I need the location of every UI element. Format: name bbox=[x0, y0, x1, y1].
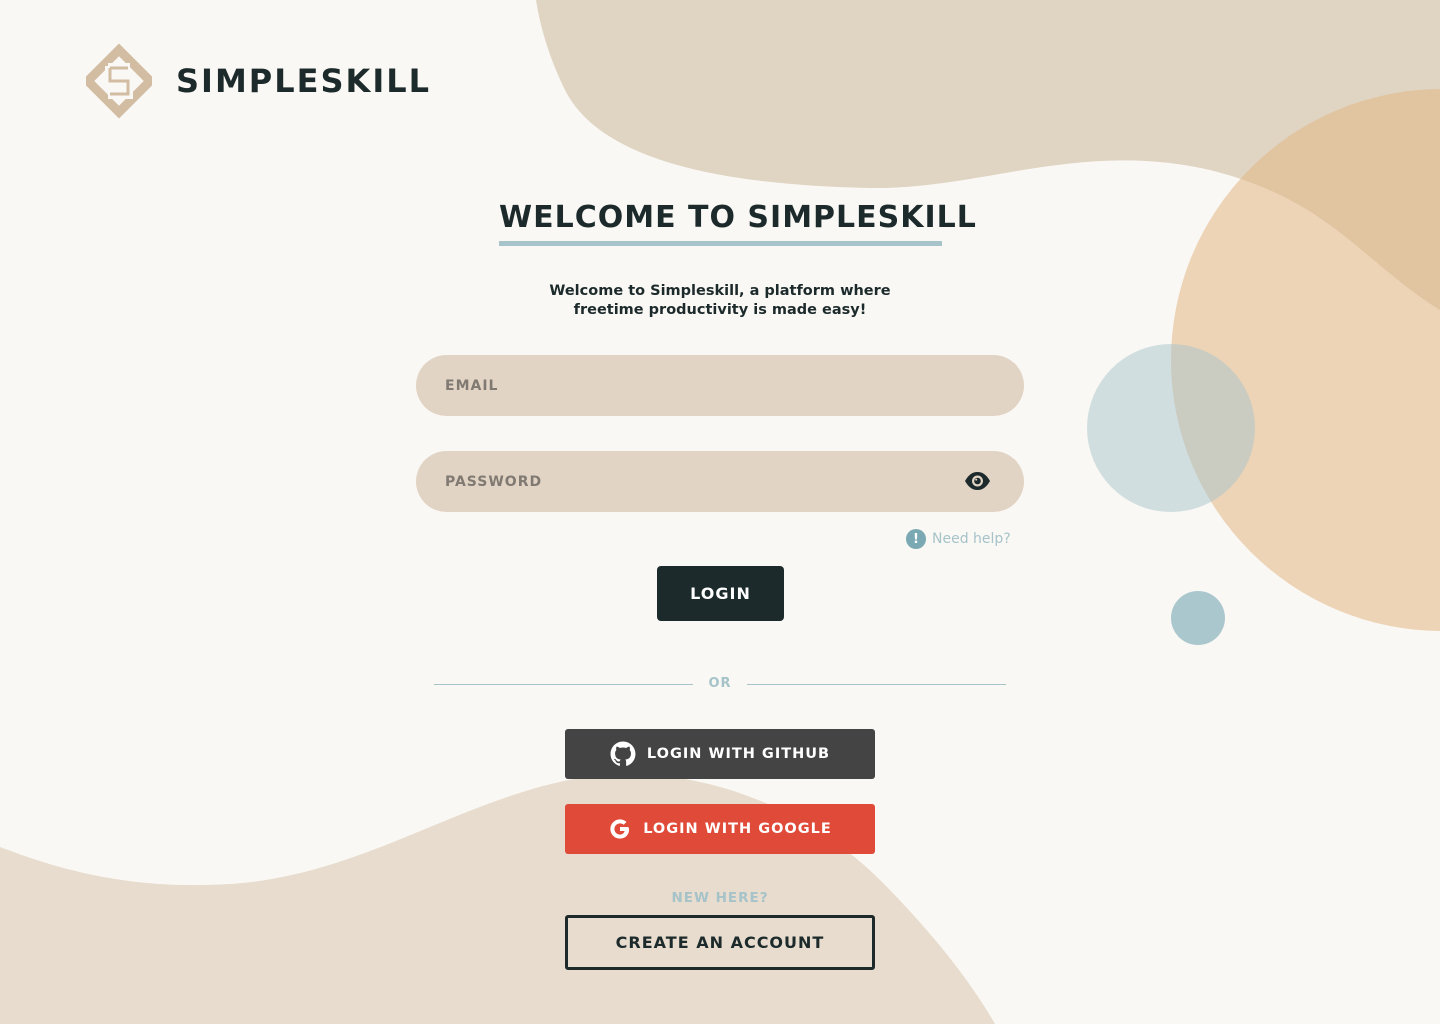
brand-logo[interactable]: SIMPLESKILL bbox=[86, 42, 431, 120]
exclamation-icon: ! bbox=[906, 529, 926, 549]
need-help-text: Need help? bbox=[932, 531, 1011, 547]
google-login-label: LOGIN WITH GOOGLE bbox=[643, 821, 832, 837]
new-here-label: NEW HERE? bbox=[671, 890, 769, 906]
diamond-s-logo-icon bbox=[86, 43, 152, 119]
google-login-button[interactable]: LOGIN WITH GOOGLE bbox=[565, 804, 875, 854]
github-login-label: LOGIN WITH GITHUB bbox=[646, 746, 831, 762]
eye-icon[interactable] bbox=[964, 470, 991, 492]
email-input[interactable] bbox=[416, 355, 1024, 416]
subtitle-line-1: Welcome to Simpleskill, a platform where bbox=[549, 283, 891, 299]
login-page: SIMPLESKILL WELCOME TO SIMPLESKILL Welco… bbox=[0, 0, 1440, 1024]
welcome-subtitle: Welcome to Simpleskill, a platform where… bbox=[520, 282, 920, 320]
divider-or-label: OR bbox=[708, 676, 732, 691]
github-login-button[interactable]: LOGIN WITH GITHUB bbox=[565, 729, 875, 779]
small-blue-circle bbox=[1171, 591, 1225, 645]
login-button[interactable]: LOGIN bbox=[657, 566, 784, 621]
title-underline bbox=[499, 241, 942, 246]
email-field-container bbox=[416, 355, 1024, 416]
background-decoration bbox=[0, 0, 1440, 1024]
subtitle-line-2: freetime productivity is made easy! bbox=[573, 302, 867, 318]
password-field-container bbox=[416, 451, 1024, 512]
divider-line-right bbox=[747, 684, 1006, 685]
light-blue-circle bbox=[1087, 344, 1255, 512]
divider-line-left bbox=[434, 684, 693, 685]
need-help-link[interactable]: ! Need help? bbox=[906, 529, 1011, 549]
page-title: WELCOME TO SIMPLESKILL bbox=[499, 200, 977, 235]
password-input[interactable] bbox=[416, 451, 1024, 512]
google-icon bbox=[610, 819, 630, 839]
github-icon bbox=[610, 741, 636, 766]
create-account-button[interactable]: CREATE AN ACCOUNT bbox=[565, 915, 875, 970]
brand-name: SIMPLESKILL bbox=[176, 62, 432, 100]
